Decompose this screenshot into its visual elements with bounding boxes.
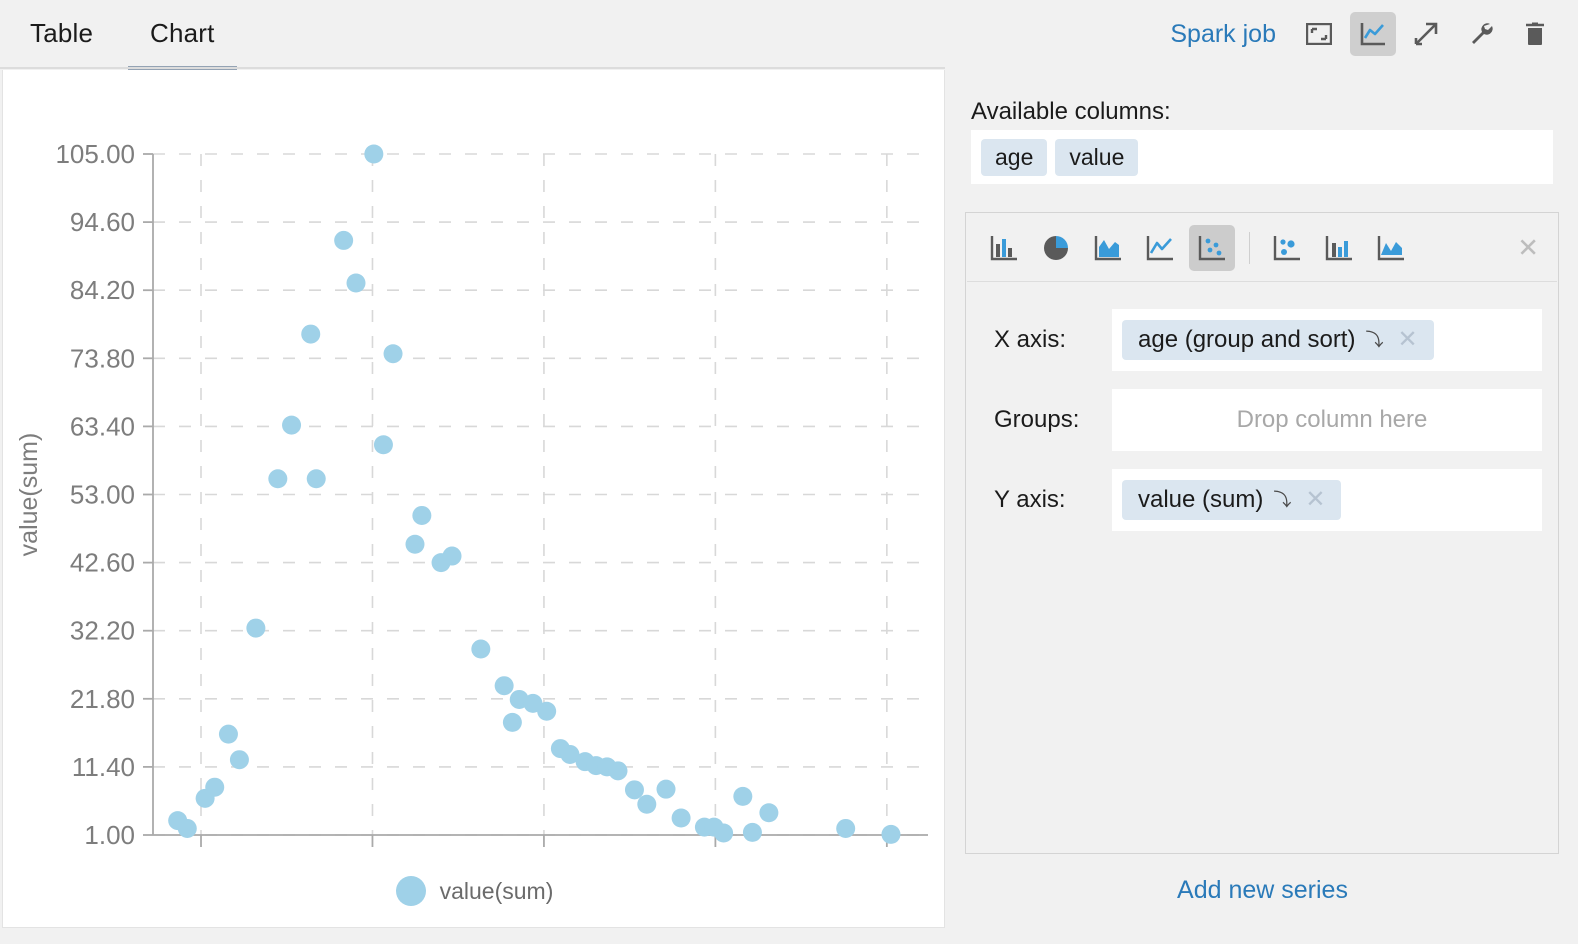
svg-text:84.20: 84.20 <box>70 275 135 305</box>
pie-chart-icon[interactable] <box>1033 225 1079 271</box>
chart-toolbar: Spark job <box>1170 12 1558 56</box>
groups-dropzone[interactable]: Drop column here <box>1112 389 1542 451</box>
svg-text:105.00: 105.00 <box>55 139 135 169</box>
external-link-icon[interactable] <box>1404 12 1450 56</box>
x-axis-dropzone[interactable]: age (group and sort) ⤵ ✕ <box>1112 309 1542 371</box>
y-axis-field-pill[interactable]: value (sum) ⤵ ✕ <box>1122 480 1341 520</box>
tab-chart-label: Chart <box>150 18 215 48</box>
scatter-plot[interactable]: 1.00 11.40 21.80 32.20 42.60 53.00 63.40 73.80 8… <box>3 70 946 860</box>
svg-text:32.20: 32.20 <box>70 616 135 646</box>
svg-text:value(sum): value(sum) <box>15 433 43 557</box>
legend-item-label: value(sum) <box>440 878 554 905</box>
y-axis-row: Y axis: value (sum) ⤵ ✕ <box>966 469 1560 531</box>
x-axis-remove-icon[interactable]: ✕ <box>1393 328 1421 352</box>
add-new-series-link[interactable]: Add new series <box>947 876 1578 905</box>
y-axis-field-label: value (sum) <box>1138 486 1263 514</box>
legend-item-value-sum[interactable]: value(sum) <box>396 876 554 906</box>
chart-legend: value(sum) <box>3 860 946 928</box>
x-axis-field-pill[interactable]: age (group and sort) ⤵ ✕ <box>1122 320 1434 360</box>
stacked-area-icon[interactable] <box>1368 225 1414 271</box>
wrench-icon[interactable] <box>1458 12 1504 56</box>
svg-text:42.60: 42.60 <box>70 548 135 578</box>
chevron-down-icon[interactable]: ⤵ <box>1365 331 1383 349</box>
spark-job-link[interactable]: Spark job <box>1170 20 1276 49</box>
x-axis-row: X axis: age (group and sort) ⤵ ✕ <box>966 309 1560 371</box>
groups-label: Groups: <box>966 406 1112 434</box>
available-columns-title: Available columns: <box>971 98 1171 126</box>
chart-panel: 1.00 11.40 21.80 32.20 42.60 53.00 63.40 73.80 8… <box>2 70 945 928</box>
bubble-chart-icon[interactable] <box>1264 225 1310 271</box>
svg-text:1.00: 1.00 <box>84 820 135 850</box>
area-chart-icon[interactable] <box>1085 225 1131 271</box>
y-axis-remove-icon[interactable]: ✕ <box>1301 488 1329 512</box>
column-pill-value[interactable]: value <box>1055 139 1138 176</box>
scatter-chart-icon[interactable] <box>1189 225 1235 271</box>
close-icon[interactable]: ✕ <box>1517 232 1539 263</box>
y-axis-dropzone[interactable]: value (sum) ⤵ ✕ <box>1112 469 1542 531</box>
chart-settings-panel: Available columns: age value <box>947 70 1578 944</box>
y-axis-label: Y axis: <box>966 486 1112 514</box>
svg-text:94.60: 94.60 <box>70 207 135 237</box>
svg-text:63.40: 63.40 <box>70 411 135 441</box>
line-chart-icon[interactable] <box>1137 225 1183 271</box>
bar-chart-icon[interactable] <box>981 225 1027 271</box>
tab-table[interactable]: Table <box>30 18 93 71</box>
tab-chart[interactable]: Chart <box>150 18 215 71</box>
x-axis-label: X axis: <box>966 326 1112 354</box>
tab-bar-divider <box>0 67 945 69</box>
chart-type-divider <box>1249 232 1250 264</box>
chevron-down-icon[interactable]: ⤵ <box>1273 491 1291 509</box>
trash-icon[interactable] <box>1512 12 1558 56</box>
svg-text:11.40: 11.40 <box>72 752 135 782</box>
legend-color-swatch <box>396 876 426 906</box>
top-bar: Table Chart Spark job <box>0 0 1578 70</box>
groups-row: Groups: Drop column here <box>966 389 1560 451</box>
column-chart-icon[interactable] <box>1316 225 1362 271</box>
chart-view-icon[interactable] <box>1350 12 1396 56</box>
series-config-box: ✕ X axis: age (group and sort) ⤵ ✕ Group… <box>965 212 1559 854</box>
svg-text:53.00: 53.00 <box>70 480 135 510</box>
groups-placeholder: Drop column here <box>1237 406 1428 434</box>
tab-table-label: Table <box>30 18 93 48</box>
svg-text:21.80: 21.80 <box>70 684 135 714</box>
chart-type-selector: ✕ <box>967 214 1557 282</box>
svg-text:73.80: 73.80 <box>70 343 135 373</box>
minimize-icon[interactable] <box>1296 12 1342 56</box>
x-axis-field-label: age (group and sort) <box>1138 326 1355 354</box>
available-columns-box[interactable]: age value <box>971 130 1553 184</box>
column-pill-age[interactable]: age <box>981 139 1047 176</box>
